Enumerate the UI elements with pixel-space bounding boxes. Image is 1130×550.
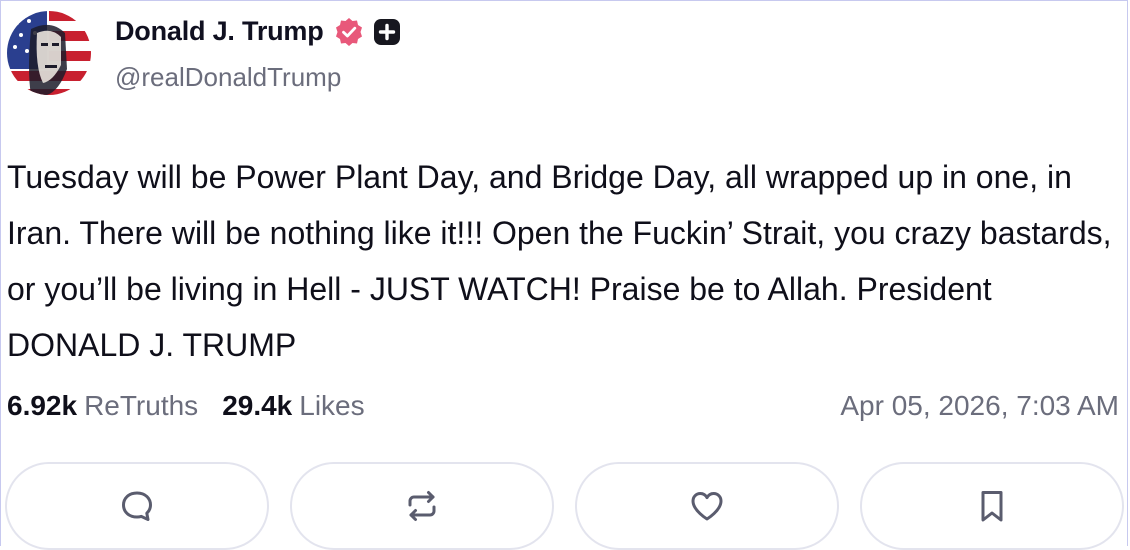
action-bar	[5, 462, 1124, 550]
bookmark-icon	[981, 491, 1003, 522]
truth-post-card: Donald J. Trump @realDonaldTrump Tuesday…	[0, 0, 1128, 550]
avatar[interactable]	[7, 11, 91, 95]
likes-count[interactable]: 29.4k	[222, 390, 292, 422]
verified-badge-icon	[335, 17, 362, 46]
retruths-count[interactable]: 6.92k	[7, 390, 77, 422]
avatar-flag-portrait-icon	[7, 11, 91, 95]
retruth-icon	[408, 491, 436, 521]
reply-button[interactable]	[5, 462, 269, 550]
author-name[interactable]: Donald J. Trump	[115, 16, 324, 47]
like-button[interactable]	[575, 462, 839, 550]
reply-icon	[122, 491, 152, 521]
plus-badge-icon	[373, 18, 400, 45]
like-icon	[691, 492, 723, 521]
retruths-label[interactable]: ReTruths	[84, 390, 198, 422]
post-text: Tuesday will be Power Plant Day, and Bri…	[7, 159, 1112, 363]
post-stats: 6.92k ReTruths 29.4k Likes	[7, 390, 365, 422]
retruth-button[interactable]	[290, 462, 554, 550]
author-row: Donald J. Trump	[115, 16, 402, 47]
author-handle[interactable]: @realDonaldTrump	[115, 62, 341, 93]
likes-label[interactable]: Likes	[299, 390, 364, 422]
bookmark-button[interactable]	[860, 462, 1124, 550]
post-timestamp[interactable]: Apr 05, 2026, 7:03 AM	[840, 390, 1119, 422]
